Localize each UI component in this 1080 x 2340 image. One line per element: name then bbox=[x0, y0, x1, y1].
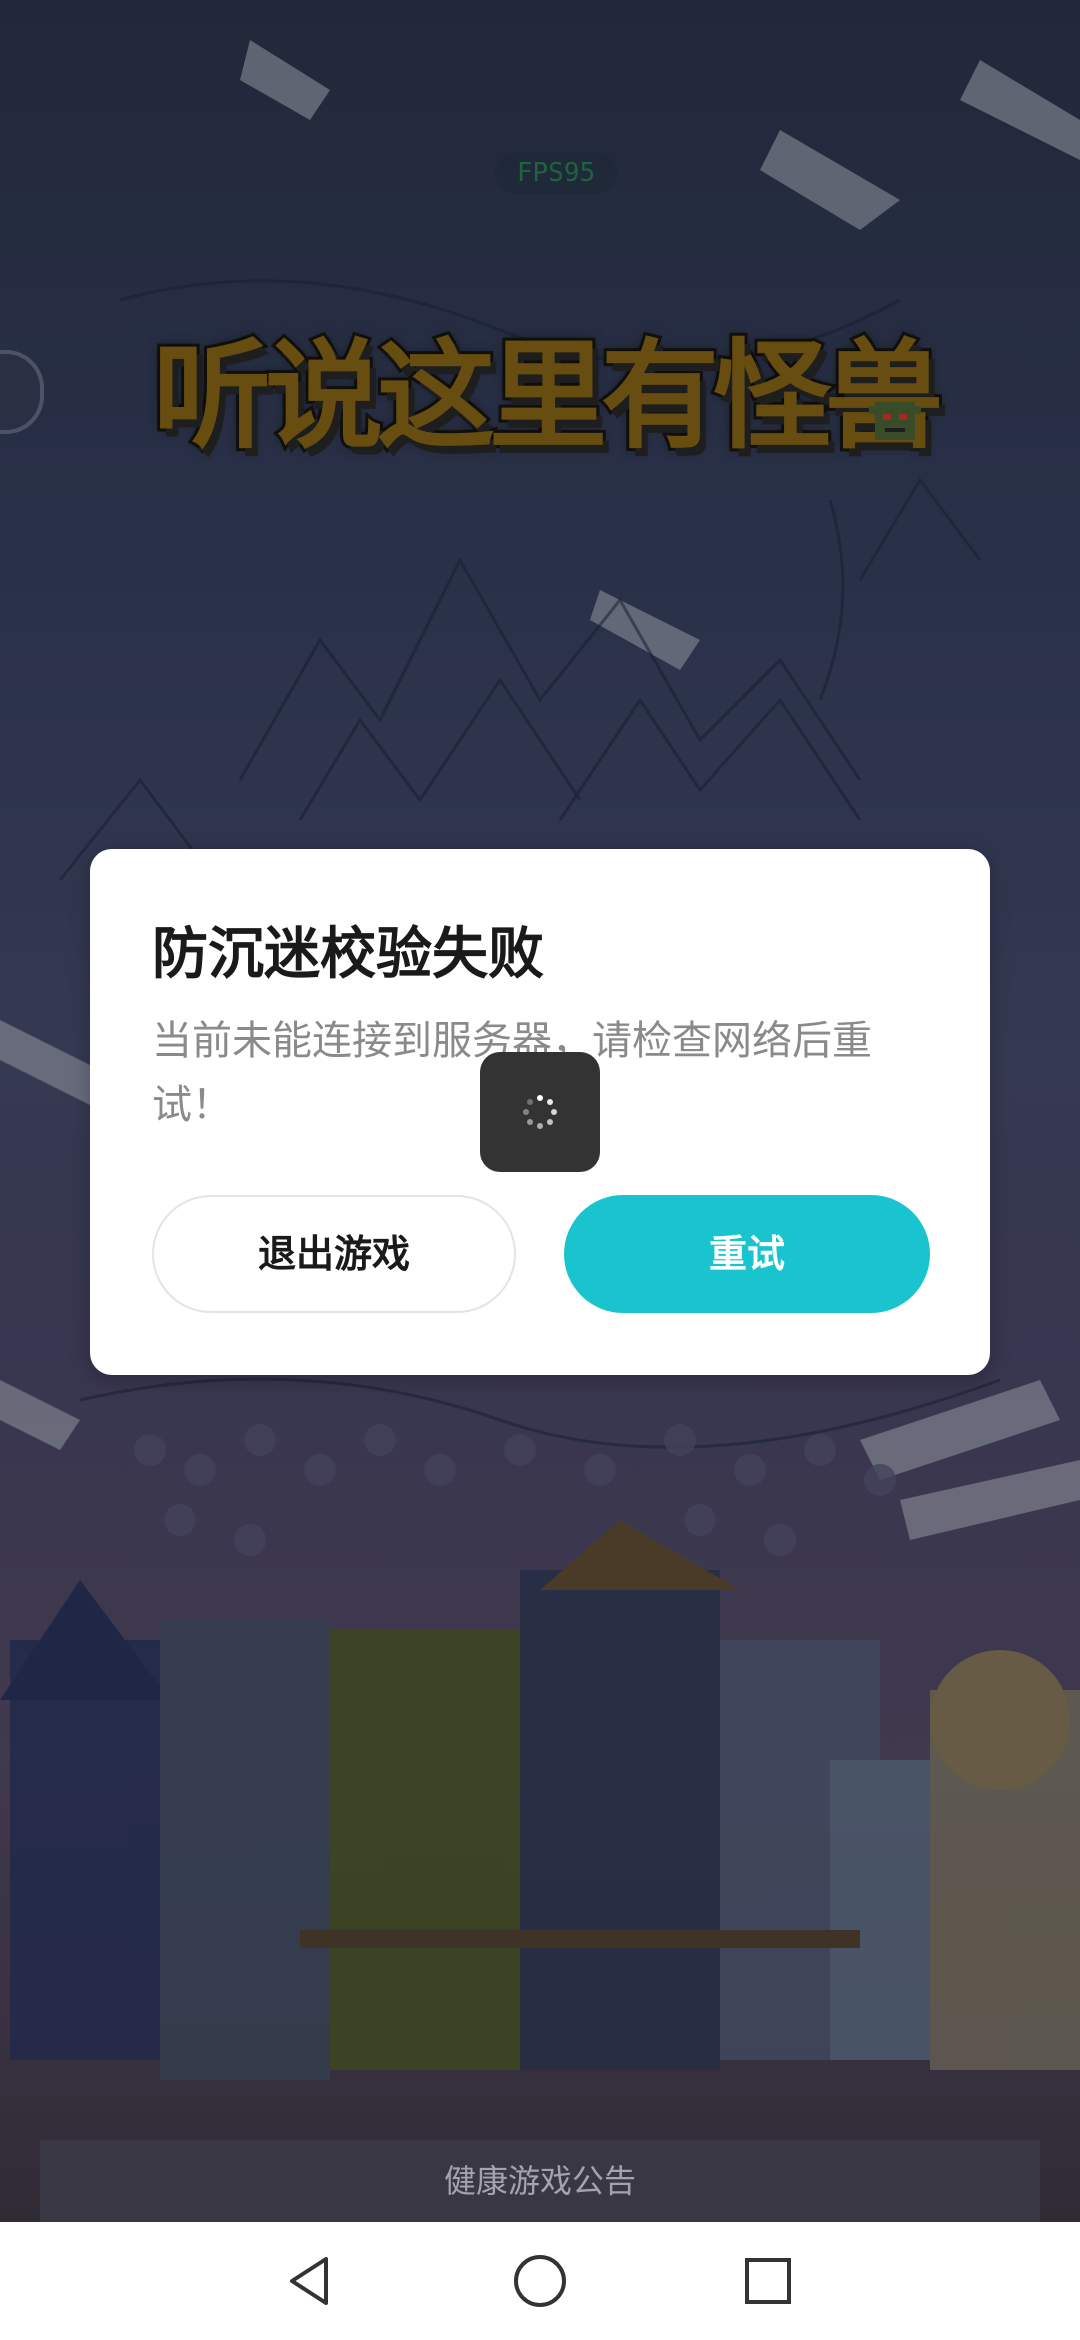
nav-recents-button[interactable] bbox=[728, 2241, 808, 2321]
retry-button[interactable]: 重试 bbox=[564, 1195, 930, 1313]
circle-home-icon bbox=[514, 2255, 566, 2307]
loading-indicator bbox=[480, 1052, 600, 1172]
spinner-icon bbox=[523, 1095, 557, 1129]
system-navigation-bar bbox=[0, 2222, 1080, 2340]
nav-home-button[interactable] bbox=[500, 2241, 580, 2321]
exit-game-button[interactable]: 退出游戏 bbox=[152, 1195, 516, 1313]
health-announcement-bar[interactable]: 健康游戏公告 bbox=[40, 2140, 1040, 2222]
game-screen: FPS95 听说这里有怪兽 健康游戏公告 防沉迷校验失败 当前未能连接到服务器，… bbox=[0, 0, 1080, 2340]
dialog-title: 防沉迷校验失败 bbox=[152, 922, 544, 987]
nav-back-button[interactable] bbox=[270, 2241, 350, 2321]
triangle-back-icon bbox=[290, 2257, 328, 2305]
square-recents-icon bbox=[745, 2258, 791, 2304]
